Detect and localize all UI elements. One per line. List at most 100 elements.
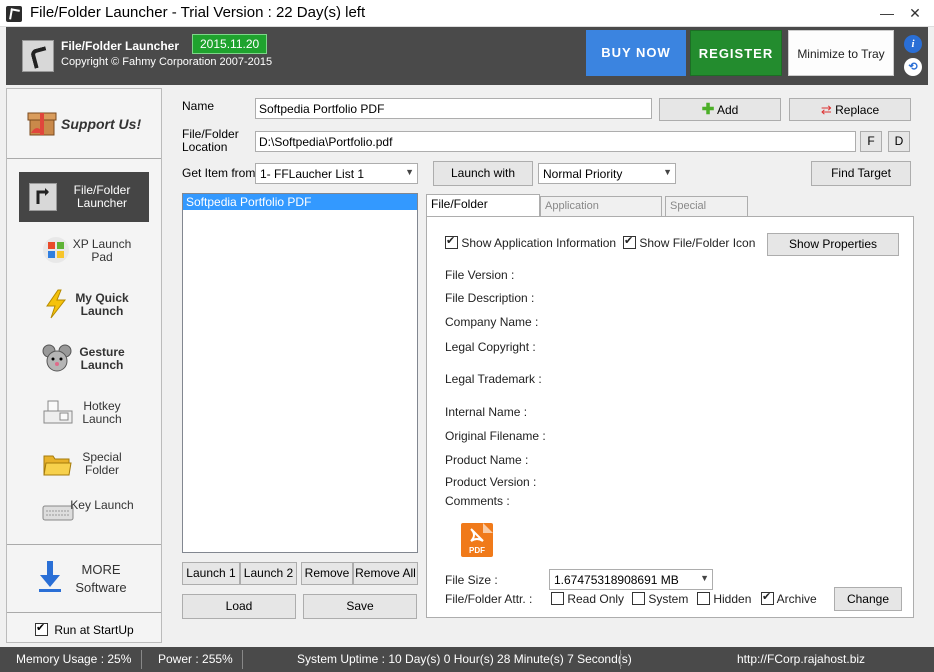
pdf-badge-label: PDF bbox=[469, 546, 485, 555]
archive-label: Archive bbox=[776, 592, 817, 606]
load-button[interactable]: Load bbox=[182, 594, 296, 619]
keyboard-keys-icon bbox=[42, 399, 73, 427]
close-window-button[interactable]: ✕ bbox=[902, 3, 928, 23]
info-icon[interactable]: i bbox=[904, 35, 922, 53]
nav-gesture-launch[interactable]: Gesture Launch bbox=[7, 339, 161, 379]
location-input[interactable]: D:\Softpedia\Portfolio.pdf bbox=[255, 131, 856, 152]
remove-all-button[interactable]: Remove All bbox=[353, 562, 418, 585]
divider bbox=[7, 544, 161, 545]
run-at-startup-checkbox[interactable]: Run at StartUp bbox=[35, 621, 134, 637]
nav-label: My Quick Launch bbox=[75, 291, 129, 318]
file-size-value: 1.67475318908691 MB bbox=[554, 573, 679, 587]
launch-1-button[interactable]: Launch 1 bbox=[182, 562, 240, 585]
memory-usage: Memory Usage : 25% bbox=[16, 652, 132, 666]
window-title: File/Folder Launcher - Trial Version : 2… bbox=[30, 4, 366, 21]
checkbox-box[interactable] bbox=[623, 234, 636, 249]
system-label: System bbox=[648, 592, 689, 606]
version-badge: 2015.11.20 bbox=[192, 34, 268, 54]
checkbox-box[interactable] bbox=[697, 592, 710, 605]
register-button[interactable]: REGISTER bbox=[690, 30, 782, 76]
hidden-checkbox[interactable]: Hidden bbox=[697, 592, 751, 606]
archive-checkbox[interactable]: Archive bbox=[761, 590, 817, 606]
nav-my-quick-launch[interactable]: My Quick Launch bbox=[7, 285, 161, 325]
launcher-icon bbox=[29, 183, 57, 211]
save-button[interactable]: Save bbox=[303, 594, 417, 619]
mouse-icon bbox=[42, 343, 72, 372]
system-checkbox[interactable]: System bbox=[632, 592, 688, 606]
tab-file-folder-properties[interactable]: File/Folder Properties bbox=[426, 194, 540, 230]
add-button[interactable]: ✚ Add bbox=[659, 98, 781, 121]
divider bbox=[141, 650, 142, 669]
copyright-text: Copyright © Fahmy Corporation 2007-2015 bbox=[61, 56, 273, 68]
folder-icon bbox=[42, 451, 72, 479]
nav-file-folder-launcher[interactable]: File/Folder Launcher bbox=[19, 172, 149, 222]
file-size-select[interactable]: 1.67475318908691 MB ▼ bbox=[549, 569, 713, 590]
show-icon-checkbox[interactable]: Show File/Folder Icon bbox=[623, 234, 756, 250]
website-link[interactable]: http://FCorp.rajahost.biz bbox=[737, 652, 865, 666]
read-only-checkbox[interactable]: Read Only bbox=[551, 592, 624, 606]
windows-logo-icon bbox=[42, 236, 70, 264]
buy-now-button[interactable]: BUY NOW bbox=[586, 30, 686, 76]
divider bbox=[620, 650, 621, 669]
more-software-button[interactable]: MORE Software bbox=[7, 547, 161, 611]
tab-special-launch[interactable]: Special Launch bbox=[665, 196, 748, 231]
tab-application-compatibility[interactable]: Application Compatibility bbox=[540, 196, 662, 231]
show-app-info-label: Show Application Information bbox=[461, 236, 617, 250]
checkbox-box[interactable] bbox=[35, 621, 48, 636]
legal-trademark-label: Legal Trademark : bbox=[445, 372, 542, 386]
properties-panel: Show Application Information Show File/F… bbox=[426, 216, 914, 618]
plus-icon: ✚ bbox=[701, 101, 715, 118]
nav-key-launch[interactable]: Key Launch bbox=[7, 493, 161, 533]
checkbox-box[interactable] bbox=[632, 592, 645, 605]
add-label: Add bbox=[716, 103, 739, 117]
launch-2-button[interactable]: Launch 2 bbox=[240, 562, 297, 585]
keyboard-icon bbox=[42, 503, 74, 531]
nav-label: Hotkey Launch bbox=[82, 399, 122, 426]
product-version-label: Product Version : bbox=[445, 475, 537, 489]
remove-button[interactable]: Remove bbox=[301, 562, 353, 585]
nav-hotkey-launch[interactable]: Hotkey Launch bbox=[7, 393, 161, 433]
sidebar: Support Us! File/Folder Launcher XP Laun… bbox=[6, 88, 162, 643]
replace-button[interactable]: ⇄ Replace bbox=[789, 98, 911, 121]
nav-special-folder[interactable]: Special Folder bbox=[7, 445, 161, 485]
status-bar: Memory Usage : 25% Power : 255% System U… bbox=[0, 647, 934, 672]
chevron-down-icon: ▼ bbox=[700, 573, 709, 583]
nav-xp-launch-pad[interactable]: XP Launch Pad bbox=[7, 231, 161, 271]
minimize-window-button[interactable]: — bbox=[874, 3, 900, 23]
minimize-to-tray-button[interactable]: Minimize to Tray bbox=[788, 30, 894, 76]
show-properties-button[interactable]: Show Properties bbox=[767, 233, 899, 256]
show-icon-label: Show File/Folder Icon bbox=[639, 236, 756, 250]
divider bbox=[242, 650, 243, 669]
checkbox-box[interactable] bbox=[445, 234, 458, 249]
list-item[interactable]: Softpedia Portfolio PDF bbox=[183, 194, 417, 210]
chevron-down-icon: ▼ bbox=[405, 167, 414, 177]
hidden-label: Hidden bbox=[713, 592, 752, 606]
app-name: File/Folder Launcher bbox=[61, 39, 180, 53]
divider bbox=[7, 612, 161, 613]
checkbox-box[interactable] bbox=[551, 592, 564, 605]
more-label: MORE bbox=[81, 562, 121, 577]
file-browse-button[interactable]: F bbox=[860, 131, 882, 152]
internal-name-label: Internal Name : bbox=[445, 405, 528, 419]
nav-label: XP Launch Pad bbox=[72, 237, 132, 264]
replace-icon: ⇄ bbox=[820, 102, 832, 117]
list-select-value: 1- FFLaucher List 1 bbox=[260, 167, 365, 181]
lightning-icon bbox=[42, 289, 70, 319]
gift-box-icon bbox=[27, 107, 57, 137]
folder-browse-button[interactable]: D bbox=[888, 131, 910, 152]
checkbox-box[interactable] bbox=[761, 590, 774, 605]
show-app-info-checkbox[interactable]: Show Application Information bbox=[445, 234, 617, 250]
change-button[interactable]: Change bbox=[834, 587, 902, 611]
item-list[interactable]: Softpedia Portfolio PDF bbox=[182, 193, 418, 553]
name-label: Name bbox=[182, 99, 215, 113]
name-input[interactable]: Softpedia Portfolio PDF bbox=[255, 98, 652, 119]
app-icon bbox=[6, 6, 22, 22]
priority-select[interactable]: Normal Priority ▼ bbox=[538, 163, 676, 184]
list-select[interactable]: 1- FFLaucher List 1 ▼ bbox=[255, 163, 418, 184]
nav-label: Special Folder bbox=[82, 450, 122, 477]
refresh-icon[interactable]: ⟲ bbox=[904, 58, 922, 76]
find-target-button[interactable]: Find Target bbox=[811, 161, 911, 186]
launcher-logo-icon bbox=[22, 40, 54, 72]
support-us-button[interactable]: Support Us! bbox=[7, 89, 161, 157]
launch-with-button[interactable]: Launch with bbox=[433, 161, 533, 186]
